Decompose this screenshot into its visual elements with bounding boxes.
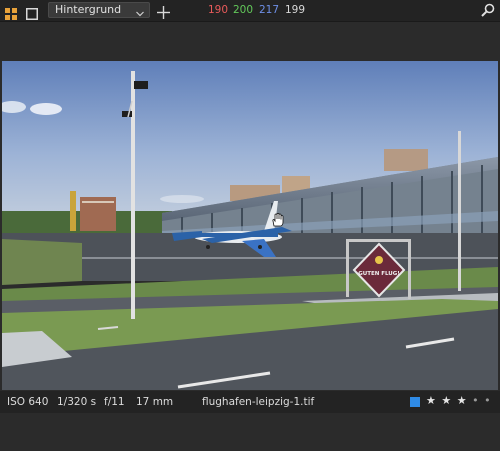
color-label-badge[interactable] bbox=[410, 397, 420, 407]
grid-icon[interactable] bbox=[5, 5, 17, 20]
top-toolbar: Hintergrund 190 200 217 199 bbox=[0, 0, 500, 22]
readout-green: 200 bbox=[233, 4, 254, 16]
star-empty-icon[interactable]: • bbox=[484, 394, 492, 407]
readout-blue: 217 bbox=[259, 4, 280, 16]
crosshair-icon[interactable] bbox=[157, 4, 170, 19]
frame-icon[interactable] bbox=[26, 5, 38, 20]
star-filled-icon[interactable]: ★ bbox=[457, 394, 468, 407]
rating-stars[interactable]: ★ ★ ★ • • bbox=[426, 394, 492, 407]
focal-length-value: 17 mm bbox=[136, 396, 174, 408]
shutter-value: 1/320 s bbox=[57, 396, 97, 408]
aperture-value: f/11 bbox=[104, 396, 125, 408]
star-empty-icon[interactable]: • bbox=[472, 394, 480, 407]
status-bar: ISO 640 1/320 s f/11 17 mm flughafen-lei… bbox=[0, 391, 500, 413]
readout-red: 190 bbox=[208, 4, 229, 16]
image-viewer[interactable]: GUTEN FLUG! bbox=[2, 61, 498, 390]
sign-text: GUTEN FLUG! bbox=[358, 271, 400, 277]
photo-image: GUTEN FLUG! bbox=[2, 61, 498, 390]
layer-select[interactable]: Hintergrund bbox=[48, 2, 150, 18]
hand-cursor-icon bbox=[271, 213, 284, 227]
readout-luminance: 199 bbox=[285, 4, 306, 16]
filename: flughafen-leipzig-1.tif bbox=[202, 396, 315, 408]
magnifier-icon[interactable] bbox=[481, 3, 495, 17]
layer-select-value: Hintergrund bbox=[55, 3, 122, 16]
star-filled-icon[interactable]: ★ bbox=[426, 394, 437, 407]
star-filled-icon[interactable]: ★ bbox=[441, 394, 452, 407]
iso-value: ISO 640 bbox=[7, 396, 49, 408]
chevron-down-icon bbox=[136, 7, 144, 17]
